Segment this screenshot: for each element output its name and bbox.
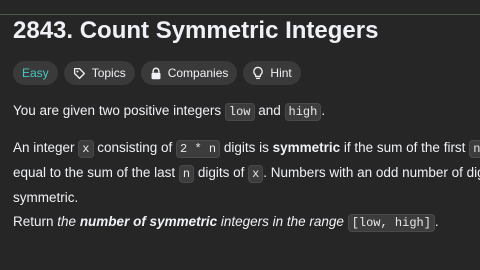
symmetric-bold: symmetric — [272, 140, 341, 155]
problem-title: 2843. Count Symmetric Integers — [13, 17, 379, 44]
hint-button[interactable]: Hint — [243, 61, 301, 85]
paragraph-2-line-2: equal to the sum of the last n digits of… — [13, 165, 480, 183]
inline-code-n-2: n — [178, 165, 195, 183]
inline-code-high: high — [284, 103, 322, 121]
description-paragraph-3: Return the number of symmetric integers … — [13, 214, 439, 232]
tag-icon — [73, 67, 86, 80]
description-paragraph-1: You are given two positive integers low … — [13, 103, 326, 121]
description-paragraph-2: An integer x consisting of 2 * n digits … — [13, 136, 480, 209]
lightbulb-icon — [252, 66, 264, 80]
topics-button[interactable]: Topics — [63, 61, 135, 85]
companies-label: Companies — [167, 66, 229, 80]
hint-label: Hint — [270, 66, 292, 80]
inline-code-x: x — [78, 140, 94, 158]
top-divider — [0, 0, 480, 15]
inline-code-2n: 2 * n — [176, 140, 221, 158]
inline-code-n: n — [469, 140, 480, 158]
inline-code-x-2: x — [248, 165, 264, 183]
number-of-symmetric-bold: number of symmetric — [79, 214, 218, 229]
difficulty-badge: Easy — [13, 61, 58, 85]
difficulty-label: Easy — [22, 66, 49, 80]
inline-code-low: low — [224, 103, 255, 121]
lock-icon — [150, 67, 162, 80]
paragraph-2-line-1: An integer x consisting of 2 * n digits … — [13, 136, 480, 161]
inline-code-range: [low, high] — [347, 214, 435, 232]
paragraph-2-line-3: symmetric. — [13, 190, 79, 205]
topics-label: Topics — [91, 66, 126, 80]
tag-row: Easy Topics Companies Hint — [13, 61, 301, 85]
companies-button[interactable]: Companies — [140, 61, 238, 85]
